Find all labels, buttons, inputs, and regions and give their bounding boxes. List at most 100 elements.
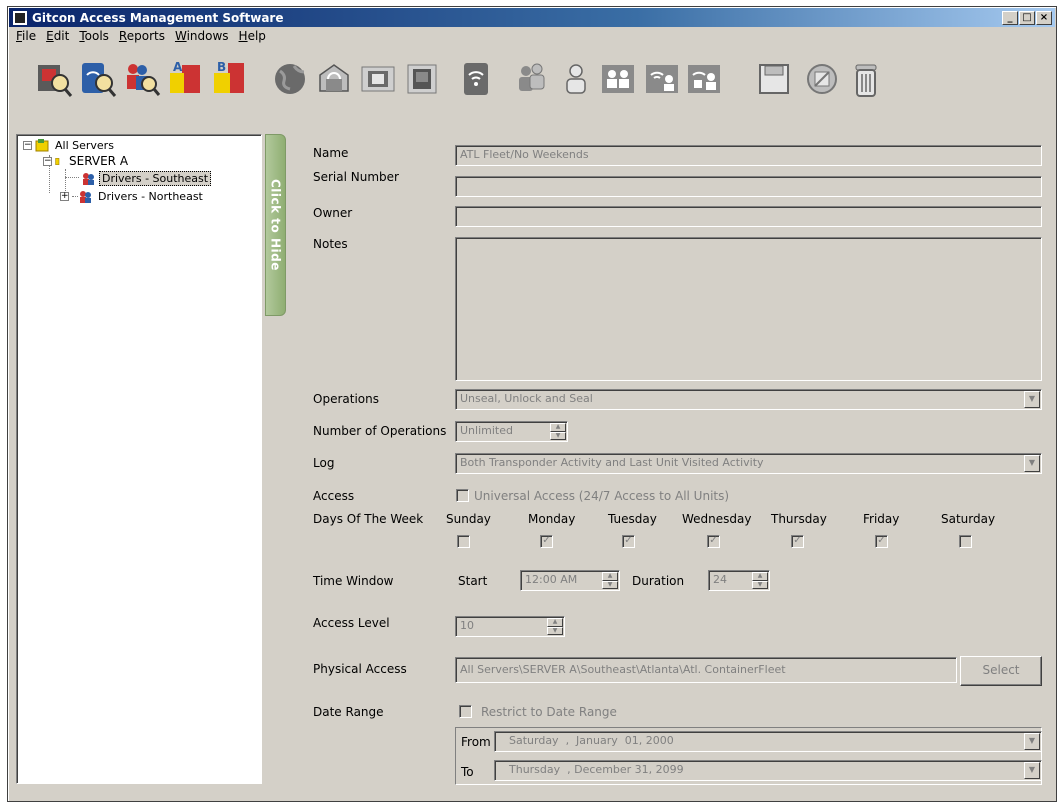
close-button[interactable]: × [1036,10,1052,25]
svg-text:A: A [173,60,183,74]
day-label-thursday: Thursday [771,512,827,526]
day-checkbox-thursday[interactable]: ✓ [791,535,804,548]
from-date-picker[interactable]: Saturday , January 01, 2000 ▼ [494,731,1042,752]
day-label-friday: Friday [863,512,900,526]
spin-down-icon[interactable]: ▼ [547,626,563,635]
day-label-monday: Monday [528,512,576,526]
day-checkbox-friday[interactable]: ✓ [875,535,888,548]
menu-reports[interactable]: Reports [115,28,171,46]
minimize-button[interactable]: _ [1002,10,1018,25]
tree-node-drivers-southeast[interactable]: Drivers - Southeast [81,170,212,186]
menu-edit[interactable]: Edit [42,28,75,46]
universal-access-checkbox[interactable] [456,489,469,502]
chevron-down-icon[interactable]: ▼ [1024,733,1040,750]
cancel-icon[interactable] [802,57,842,101]
from-label: From [461,735,491,749]
chevron-down-icon[interactable]: ▼ [1024,762,1040,779]
notes-label: Notes [313,237,348,251]
to-date-value: Thursday , December 31, 2099 [509,763,684,776]
spin-down-icon[interactable]: ▼ [602,580,618,589]
wireless-icon[interactable] [456,57,496,101]
chevron-down-icon[interactable]: ▼ [1024,391,1040,408]
date-range-label: Date Range [313,705,384,719]
day-checkbox-sunday[interactable] [457,535,470,548]
server-tree: − All Servers − SERVER A Drivers - South… [16,134,262,784]
start-label: Start [458,574,488,588]
day-label-wednesday: Wednesday [682,512,752,526]
select-button[interactable]: Select [960,656,1042,686]
start-time-stepper[interactable]: 12:00 AM ▲ ▼ [520,570,620,591]
menu-file[interactable]: File [12,28,42,46]
serial-number-field[interactable] [455,176,1042,197]
duration-stepper[interactable]: 24 ▲ ▼ [708,570,770,591]
linked-users-icon[interactable] [684,57,724,101]
notes-field[interactable] [455,237,1042,381]
find-card-icon[interactable] [34,57,74,101]
to-label: To [461,765,474,779]
day-checkbox-monday[interactable]: ✓ [540,535,553,548]
day-label-tuesday: Tuesday [608,512,657,526]
server-icon [55,157,60,165]
name-field[interactable]: ATL Fleet/No Weekends [455,145,1042,166]
tree-expander[interactable]: − [43,156,52,166]
spin-down-icon[interactable]: ▼ [550,431,566,440]
owner-field[interactable] [455,206,1042,227]
spin-up-icon[interactable]: ▲ [547,618,563,627]
find-server-icon[interactable] [78,57,118,101]
owner-label: Owner [313,206,353,220]
tree-expander[interactable]: − [23,140,32,150]
menu-help[interactable]: Help [235,28,272,46]
log-select[interactable]: Both Transponder Activity and Last Unit … [455,453,1042,474]
maximize-button[interactable]: □ [1019,10,1035,25]
num-operations-stepper[interactable]: Unlimited ▲ ▼ [455,421,568,442]
physical-access-label: Physical Access [313,662,407,676]
tree-label-drivers-northeast: Drivers - Northeast [98,189,203,203]
wireless-users-icon[interactable] [642,57,682,101]
log-value: Both Transponder Activity and Last Unit … [460,456,764,469]
user-icon[interactable] [556,57,596,101]
serial-number-label: Serial Number [313,170,399,184]
tree-expander[interactable]: + [60,191,69,201]
spin-up-icon[interactable]: ▲ [602,572,618,581]
restrict-date-range-label: Restrict to Date Range [481,705,617,719]
save-icon[interactable] [754,57,794,101]
add-users-icon[interactable] [598,57,638,101]
day-checkbox-tuesday[interactable]: ✓ [622,535,635,548]
svg-text:B: B [217,60,226,74]
access-level-label: Access Level [313,616,390,630]
spin-down-icon[interactable]: ▼ [752,580,768,589]
spin-up-icon[interactable]: ▲ [550,423,566,432]
physical-access-field[interactable]: All Servers\SERVER A\Southeast\Atlanta\A… [455,657,957,683]
access-level-stepper[interactable]: 10 ▲ ▼ [455,616,565,637]
toolbar: A B [12,49,1052,109]
menu-windows[interactable]: Windows [171,28,235,46]
to-date-picker[interactable]: Thursday , December 31, 2099 ▼ [494,760,1042,781]
from-date-value: Saturday , January 01, 2000 [509,734,674,747]
menu-tools[interactable]: Tools [75,28,115,46]
duration-label: Duration [632,574,685,588]
day-checkbox-wednesday[interactable]: ✓ [707,535,720,548]
globe-icon[interactable] [270,57,310,101]
day-checkbox-saturday[interactable] [959,535,972,548]
operations-select[interactable]: Unseal, Unlock and Seal ▼ [455,389,1042,410]
num-operations-value: Unlimited [460,424,513,437]
device-icon[interactable] [402,57,442,101]
find-users-icon[interactable] [122,57,162,101]
click-to-hide-tab[interactable]: Click to Hide [265,134,286,316]
report-a-icon[interactable]: A [166,57,206,101]
tree-node-all-servers[interactable]: − All Servers [23,138,116,152]
user-group-icon [83,172,94,185]
delete-icon[interactable] [846,57,886,101]
spin-up-icon[interactable]: ▲ [752,572,768,581]
user-group-icon[interactable] [512,57,552,101]
operations-value: Unseal, Unlock and Seal [460,392,593,405]
window-title: Gitcon Access Management Software [32,10,284,25]
server-icon[interactable] [314,57,354,101]
reader-icon[interactable] [358,57,398,101]
tree-label-drivers-southeast: Drivers - Southeast [99,170,212,186]
restrict-date-range-checkbox[interactable] [459,705,472,718]
chevron-down-icon[interactable]: ▼ [1024,455,1040,472]
tree-node-server-a[interactable]: − SERVER A [43,154,130,168]
tree-node-drivers-northeast[interactable]: + Drivers - Northeast [60,189,205,203]
report-b-icon[interactable]: B [210,57,250,101]
